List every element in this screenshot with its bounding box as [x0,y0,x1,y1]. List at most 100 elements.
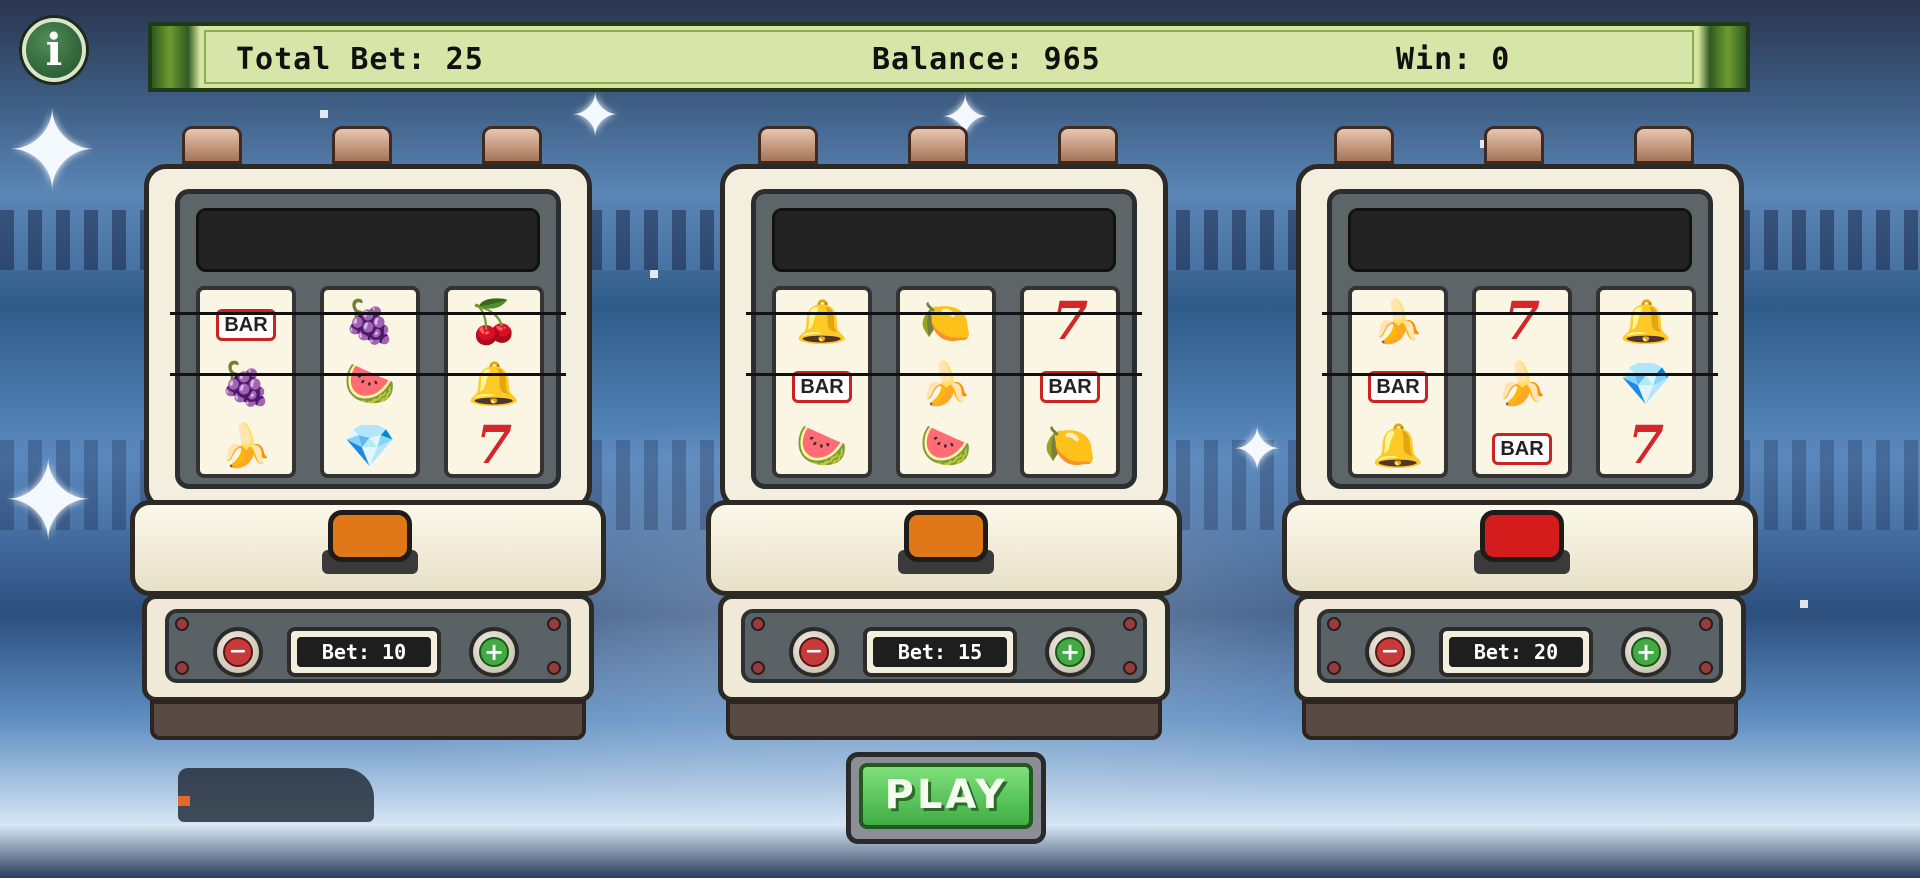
rivet [1699,661,1713,675]
rivet [1699,617,1713,631]
machine-display [196,208,540,272]
seven-symbol-icon: 7 [1627,415,1665,476]
play-button-label: PLAY [859,763,1033,829]
reel-window: 🍌 BAR 🔔 7 🍌 BAR 🔔 💎 7 [1327,189,1713,489]
play-button[interactable]: PLAY [846,752,1046,844]
melon-symbol-icon: 🍉 [919,421,973,470]
diamond-symbol-icon: 💎 [1619,359,1673,408]
diamond-symbol-icon: 💎 [343,421,397,470]
info-button[interactable]: i [22,18,86,82]
lemon-symbol-icon: 🍋 [919,297,973,346]
bar-symbol-icon: BAR [200,292,292,352]
increase-bet-button[interactable]: + [1621,627,1671,677]
plus-icon: + [1631,637,1661,667]
bet-display: Bet: 20 [1439,627,1593,677]
machine-display [1348,208,1692,272]
reel-3: 🍒 🔔 7 [444,286,544,478]
sparkle-icon: ✦ [6,87,99,215]
machine-base [726,700,1162,740]
minus-icon: − [223,637,253,667]
win-display: Win: 0 [1396,42,1511,77]
melon-symbol-icon: 🍉 [343,359,397,408]
rivet [175,617,189,631]
machine-base [1302,700,1738,740]
banana-symbol-icon: 🍌 [1495,359,1549,408]
reel-window: BAR 🍇 🍌 🍇 🍉 💎 🍒 🔔 7 [175,189,561,489]
reel-3: 7 BAR 🍋 [1020,286,1120,478]
melon-symbol-icon: 🍉 [795,421,849,470]
bet-panel: − Bet: 15 + [718,594,1170,702]
machine-cabinet: 🍌 BAR 🔔 7 🍌 BAR 🔔 💎 7 [1296,164,1744,510]
bet-amount: Bet: 15 [873,637,1007,667]
bet-display: Bet: 15 [863,627,1017,677]
machine-top-knob [1634,126,1694,164]
bet-amount: Bet: 20 [1449,637,1583,667]
decrease-bet-button[interactable]: − [1365,627,1415,677]
banana-symbol-icon: 🍌 [919,359,973,408]
machine-display [772,208,1116,272]
machine-top-knob [1058,126,1118,164]
plus-icon: + [479,637,509,667]
slot-machine-3: 🍌 BAR 🔔 7 🍌 BAR 🔔 💎 7 − Bet: 20 + [1282,126,1758,746]
spin-button[interactable] [904,510,988,562]
bet-panel: − Bet: 20 + [1294,594,1746,702]
bet-panel-inner: − Bet: 15 + [741,609,1147,683]
seven-symbol-icon: 7 [1051,291,1089,352]
seven-symbol-icon: 7 [1503,291,1541,352]
status-bar-panel: Total Bet: 25 Balance: 965 Win: 0 [204,30,1694,84]
decrease-bet-button[interactable]: − [213,627,263,677]
background-car [178,768,374,822]
minus-icon: − [1375,637,1405,667]
rivet [175,661,189,675]
total-bet-display: Total Bet: 25 [236,42,484,77]
info-icon: i [45,24,63,76]
increase-bet-button[interactable]: + [469,627,519,677]
sparkle-icon: ✦ [1232,415,1283,485]
rivet [751,617,765,631]
snowflake [1800,600,1808,608]
background-car-light [178,796,190,806]
bell-symbol-icon: 🔔 [1619,297,1673,346]
machine-cabinet: BAR 🍇 🍌 🍇 🍉 💎 🍒 🔔 7 [144,164,592,510]
rivet [1123,661,1137,675]
machine-top-knob [908,126,968,164]
reel-1: 🔔 BAR 🍉 [772,286,872,478]
snowflake [650,270,658,278]
bet-panel-inner: − Bet: 10 + [165,609,571,683]
reel-2: 🍇 🍉 💎 [320,286,420,478]
machine-cabinet: 🔔 BAR 🍉 🍋 🍌 🍉 7 BAR 🍋 [720,164,1168,510]
banana-symbol-icon: 🍌 [219,421,273,470]
reel-1: 🍌 BAR 🔔 [1348,286,1448,478]
machine-top-knob [182,126,242,164]
cherry-symbol-icon: 🍒 [467,297,521,346]
spin-button[interactable] [1480,510,1564,562]
plus-icon: + [1055,637,1085,667]
machine-top-knob [758,126,818,164]
sparkle-icon: ✦ [2,437,95,565]
status-bar: Total Bet: 25 Balance: 965 Win: 0 [148,22,1750,92]
snowflake [320,110,328,118]
reel-1: BAR 🍇 🍌 [196,286,296,478]
bet-display: Bet: 10 [287,627,441,677]
decrease-bet-button[interactable]: − [789,627,839,677]
bet-panel-inner: − Bet: 20 + [1317,609,1723,683]
minus-icon: − [799,637,829,667]
lemon-symbol-icon: 🍋 [1043,421,1097,470]
increase-bet-button[interactable]: + [1045,627,1095,677]
seven-symbol-icon: 7 [475,415,513,476]
reel-2: 7 🍌 BAR [1472,286,1572,478]
machine-top-knob [482,126,542,164]
rivet [1327,617,1341,631]
bar-symbol-icon: BAR [1024,354,1116,414]
bell-symbol-icon: 🔔 [467,359,521,408]
spin-button[interactable] [328,510,412,562]
rivet [1327,661,1341,675]
bell-symbol-icon: 🔔 [795,297,849,346]
machine-top-knob [1484,126,1544,164]
plum-symbol-icon: 🍇 [343,297,397,346]
plum-symbol-icon: 🍇 [219,359,273,408]
rivet [547,661,561,675]
slot-machine-1: BAR 🍇 🍌 🍇 🍉 💎 🍒 🔔 7 − Bet: 10 + [130,126,606,746]
rivet [1123,617,1137,631]
banana-symbol-icon: 🍌 [1371,297,1425,346]
